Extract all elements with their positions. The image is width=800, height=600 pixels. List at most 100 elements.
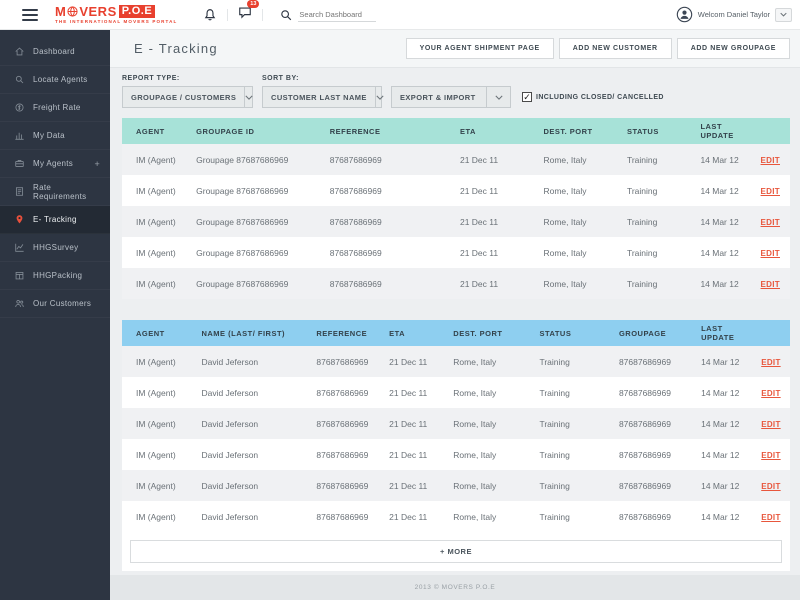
user-menu-button[interactable] — [775, 8, 792, 22]
sidebar-item-hhgpacking[interactable]: HHGPacking — [0, 262, 110, 290]
edit-link[interactable]: EDIT — [761, 249, 780, 258]
messages-icon[interactable]: 13 — [238, 5, 252, 24]
column-header: GROUPAGE ID — [192, 118, 326, 144]
sidebar-item-our-customers[interactable]: Our Customers — [0, 290, 110, 318]
table-cell: Rome, Italy — [539, 237, 623, 268]
sidebar-item-my-agents[interactable]: My Agents+ — [0, 150, 110, 178]
table-cell: IM (Agent) — [122, 237, 192, 268]
table-cell: IM (Agent) — [122, 470, 197, 501]
line-chart-icon — [14, 242, 25, 253]
edit-link[interactable]: EDIT — [761, 218, 780, 227]
table-cell: 87687686969 — [615, 346, 697, 377]
chevron-down-icon — [780, 12, 787, 17]
table-cell: 14 Mar 12 — [697, 377, 757, 408]
table-cell: 14 Mar 12 — [696, 206, 756, 237]
sidebar-item-dashboard[interactable]: Dashboard — [0, 38, 110, 66]
table-cell: David Jeferson — [197, 346, 312, 377]
sidebar-item-freight-rate[interactable]: Freight Rate — [0, 94, 110, 122]
sidebar-item-label: HHGPacking — [33, 271, 82, 280]
sidebar-item-label: My Data — [33, 131, 65, 140]
table-cell: 87687686969 — [615, 501, 697, 532]
sidebar-item-label: HHGSurvey — [33, 243, 78, 252]
edit-link[interactable]: EDIT — [761, 451, 780, 460]
table-row: IM (Agent)Groupage 876876869698768768696… — [122, 206, 790, 237]
column-header-actions — [757, 320, 790, 346]
page-title: E - Tracking — [134, 41, 218, 56]
more-panel: + MORE — [122, 532, 790, 571]
table-cell: 87687686969 — [312, 377, 385, 408]
table-row: IM (Agent)David Jeferson8768768696921 De… — [122, 501, 790, 532]
main-content: E - Tracking YOUR AGENT SHIPMENT PAGE AD… — [110, 30, 800, 600]
add-new-customer-button[interactable]: ADD NEW CUSTOMER — [559, 38, 672, 59]
add-new-groupage-button[interactable]: ADD NEW GROUPAGE — [677, 38, 790, 59]
top-bar: MVERS P.O.E THE INTERNATIONAL MOVERS POR… — [0, 0, 800, 30]
sidebar-item-rate-requirements[interactable]: Rate Requirements — [0, 178, 110, 206]
bell-icon[interactable] — [203, 8, 217, 22]
table-cell: 21 Dec 11 — [456, 268, 540, 299]
column-header-actions — [757, 118, 790, 144]
agent-shipment-page-button[interactable]: YOUR AGENT SHIPMENT PAGE — [406, 38, 554, 59]
messages-badge: 13 — [247, 0, 259, 8]
search-input[interactable] — [298, 8, 376, 22]
table-cell: 14 Mar 12 — [697, 346, 757, 377]
edit-link[interactable]: EDIT — [761, 420, 780, 429]
table-cell: Training — [535, 470, 614, 501]
table-cell: 87687686969 — [312, 346, 385, 377]
table-cell: 21 Dec 11 — [385, 346, 449, 377]
sidebar-item-label: Rate Requirements — [33, 183, 100, 201]
hamburger-icon[interactable] — [22, 9, 38, 21]
sidebar-item-label: Dashboard — [33, 47, 75, 56]
table-cell: Rome, Italy — [539, 175, 623, 206]
table-cell: 87687686969 — [326, 144, 456, 175]
table-cell: IM (Agent) — [122, 439, 197, 470]
table-cell: 14 Mar 12 — [696, 144, 756, 175]
table-cell: 14 Mar 12 — [697, 501, 757, 532]
brand-logo: MVERS P.O.E THE INTERNATIONAL MOVERS POR… — [55, 5, 177, 25]
sort-by-select[interactable]: CUSTOMER LAST NAME — [262, 86, 382, 108]
table-cell: Rome, Italy — [449, 346, 535, 377]
table-cell: 21 Dec 11 — [385, 408, 449, 439]
table-cell: 21 Dec 11 — [385, 439, 449, 470]
sidebar-item-label: E- Tracking — [33, 215, 77, 224]
chevron-down-icon — [376, 95, 384, 100]
column-header: DEST. PORT — [449, 320, 535, 346]
export-import-select[interactable]: EXPORT & IMPORT — [391, 86, 511, 108]
column-header: AGENT — [122, 118, 192, 144]
logo-part2: VERS — [79, 5, 116, 18]
table-cell: Training — [623, 175, 696, 206]
sidebar-item-hhgsurvey[interactable]: HHGSurvey — [0, 234, 110, 262]
table-row: IM (Agent)David Jeferson8768768696921 De… — [122, 377, 790, 408]
search-icon[interactable] — [279, 8, 293, 22]
coin-icon — [14, 102, 25, 113]
sidebar-item-e-tracking[interactable]: E- Tracking — [0, 206, 110, 234]
sidebar-item-locate-agents[interactable]: Locate Agents — [0, 66, 110, 94]
table-row: IM (Agent)David Jeferson8768768696921 De… — [122, 408, 790, 439]
globe-icon — [67, 6, 78, 17]
edit-link[interactable]: EDIT — [761, 187, 780, 196]
bar-chart-icon — [14, 130, 25, 141]
table-cell: David Jeferson — [197, 408, 312, 439]
including-closed-checkbox[interactable]: ✓ — [522, 92, 532, 102]
chevron-down-icon — [495, 95, 503, 100]
table-cell: Training — [535, 501, 614, 532]
edit-link[interactable]: EDIT — [761, 513, 780, 522]
more-button[interactable]: + MORE — [130, 540, 782, 563]
edit-link[interactable]: EDIT — [761, 482, 780, 491]
groupage-table: AGENTGROUPAGE IDREFERENCEETADEST. PORTST… — [122, 118, 790, 299]
search-icon — [14, 74, 25, 85]
table-cell: 87687686969 — [326, 175, 456, 206]
expand-plus-icon[interactable]: + — [94, 159, 100, 169]
table-cell: Training — [535, 346, 614, 377]
table-cell: Rome, Italy — [539, 144, 623, 175]
table-row: IM (Agent)Groupage 876876869698768768696… — [122, 144, 790, 175]
footer-copyright: 2013 © MOVERS P.O.E — [110, 575, 800, 600]
sidebar-item-my-data[interactable]: My Data — [0, 122, 110, 150]
edit-link[interactable]: EDIT — [761, 156, 780, 165]
avatar-icon[interactable] — [676, 6, 693, 23]
edit-link[interactable]: EDIT — [761, 280, 780, 289]
edit-link[interactable]: EDIT — [761, 389, 780, 398]
table-cell: 14 Mar 12 — [696, 268, 756, 299]
table-cell: 87687686969 — [615, 408, 697, 439]
report-type-select[interactable]: GROUPAGE / CUSTOMERS — [122, 86, 253, 108]
edit-link[interactable]: EDIT — [761, 358, 780, 367]
